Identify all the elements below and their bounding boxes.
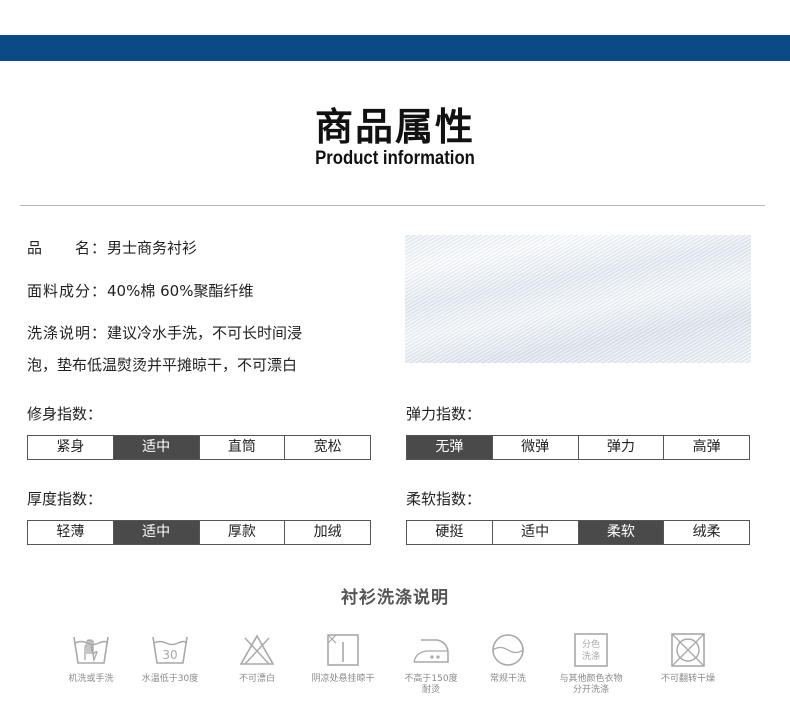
wash-temp-text: 30 — [162, 648, 177, 662]
elasticity-option: 弹力 — [579, 436, 665, 459]
care-item: 分色 洗涤 与其他颜色衣物 分开洗涤 — [548, 632, 634, 696]
fit-option: 直筒 — [200, 436, 286, 459]
care-item: 不可漂白 — [214, 632, 300, 685]
care-item: 30 水温低于30度 — [127, 632, 213, 685]
top-banner-bar — [0, 35, 790, 61]
elasticity-option-selected: 无弹 — [407, 436, 493, 459]
care-label: 与其他颜色衣物 分开洗涤 — [548, 674, 634, 696]
elasticity-option: 高弹 — [692, 439, 721, 455]
softness-scale-label: 柔软指数： — [406, 490, 482, 508]
material-row: 面料成分：40%棉 60%聚酯纤维 — [27, 278, 253, 304]
fit-option: 宽松 — [313, 439, 342, 455]
fabric-texture-image — [405, 235, 751, 363]
page-title: 商品属性 — [314, 105, 475, 149]
care-label: 不高于150度 耐烫 — [388, 674, 474, 696]
thickness-scale-label: 厚度指数： — [27, 490, 103, 508]
elasticity-scale-label: 弹力指数： — [406, 405, 482, 423]
material-value: 40%棉 60%聚酯纤维 — [107, 282, 254, 300]
separate-wash-icon: 分色 洗涤 — [574, 633, 608, 667]
softness-option: 适中 — [493, 521, 579, 544]
care-item: 机洗或手洗 — [48, 632, 134, 685]
care-item: 不可翻转干燥 — [645, 632, 731, 685]
care-label-line1: 不高于150度 — [404, 674, 458, 684]
softness-option: 绒柔 — [692, 524, 721, 540]
thickness-option: 轻薄 — [28, 521, 114, 544]
no-tumble-dry-icon — [671, 633, 705, 667]
wash-instruction-row: 洗涤说明：建议冷水手洗，不可长时间浸 泡，垫布低温熨烫并平摊晾干，不可漂白 — [27, 320, 377, 378]
care-label: 阴凉处悬挂晾干 — [311, 674, 375, 684]
care-label-line1: 与其他颜色衣物 — [559, 674, 623, 684]
product-name-label: 品 名： — [27, 239, 108, 257]
care-label: 机洗或手洗 — [68, 674, 114, 684]
fit-scale-label: 修身指数： — [27, 405, 103, 423]
product-name-value: 男士商务衬衫 — [107, 239, 198, 257]
softness-option: 硬挺 — [407, 521, 493, 544]
care-label: 不可漂白 — [238, 674, 275, 684]
thickness-option: 厚款 — [200, 521, 286, 544]
care-item: 不高于150度 耐烫 — [388, 632, 474, 696]
wash-value-line2: 泡，垫布低温熨烫并平摊晾干，不可漂白 — [27, 356, 298, 374]
section-divider — [20, 205, 765, 206]
wash-value-line1: 建议冷水手洗，不可长时间浸 — [107, 324, 303, 342]
care-label: 常规干洗 — [489, 674, 526, 684]
iron-150-icon — [413, 639, 449, 663]
care-label: 水温低于30度 — [141, 674, 199, 684]
thickness-option-selected: 适中 — [113, 521, 200, 544]
hand-wash-icon — [73, 636, 109, 664]
separate-text-2: 洗涤 — [582, 650, 600, 662]
care-label: 不可翻转干燥 — [660, 674, 715, 684]
thickness-option: 加绒 — [313, 524, 342, 540]
separate-text-1: 分色 — [582, 638, 600, 650]
line-dry-shade-icon — [327, 634, 359, 666]
care-item: 常规干洗 — [465, 632, 551, 685]
softness-scale: 硬挺 适中 柔软 绒柔 — [406, 520, 750, 545]
wash-30-icon: 30 — [152, 636, 188, 664]
thickness-scale: 轻薄 适中 厚款 加绒 — [27, 520, 371, 545]
wash-label: 洗涤说明： — [27, 324, 108, 342]
fit-option: 紧身 — [28, 436, 114, 459]
fit-option-selected: 适中 — [113, 436, 200, 459]
material-label: 面料成分： — [27, 282, 108, 300]
product-name-row: 品 名：男士商务衬衫 — [27, 235, 197, 261]
care-section-title: 衬衫洗涤说明 — [341, 588, 449, 608]
elasticity-option: 微弹 — [493, 436, 579, 459]
elasticity-scale: 无弹 微弹 弹力 高弹 — [406, 435, 750, 460]
page-subtitle: Product information — [315, 148, 475, 169]
no-bleach-icon — [239, 634, 275, 665]
dry-clean-icon — [492, 634, 524, 666]
care-label-line2: 耐烫 — [421, 685, 440, 695]
softness-option-selected: 柔软 — [578, 521, 665, 544]
care-label-line2: 分开洗涤 — [572, 685, 609, 695]
care-item: 阴凉处悬挂晾干 — [300, 632, 386, 685]
fit-scale: 紧身 适中 直筒 宽松 — [27, 435, 371, 460]
